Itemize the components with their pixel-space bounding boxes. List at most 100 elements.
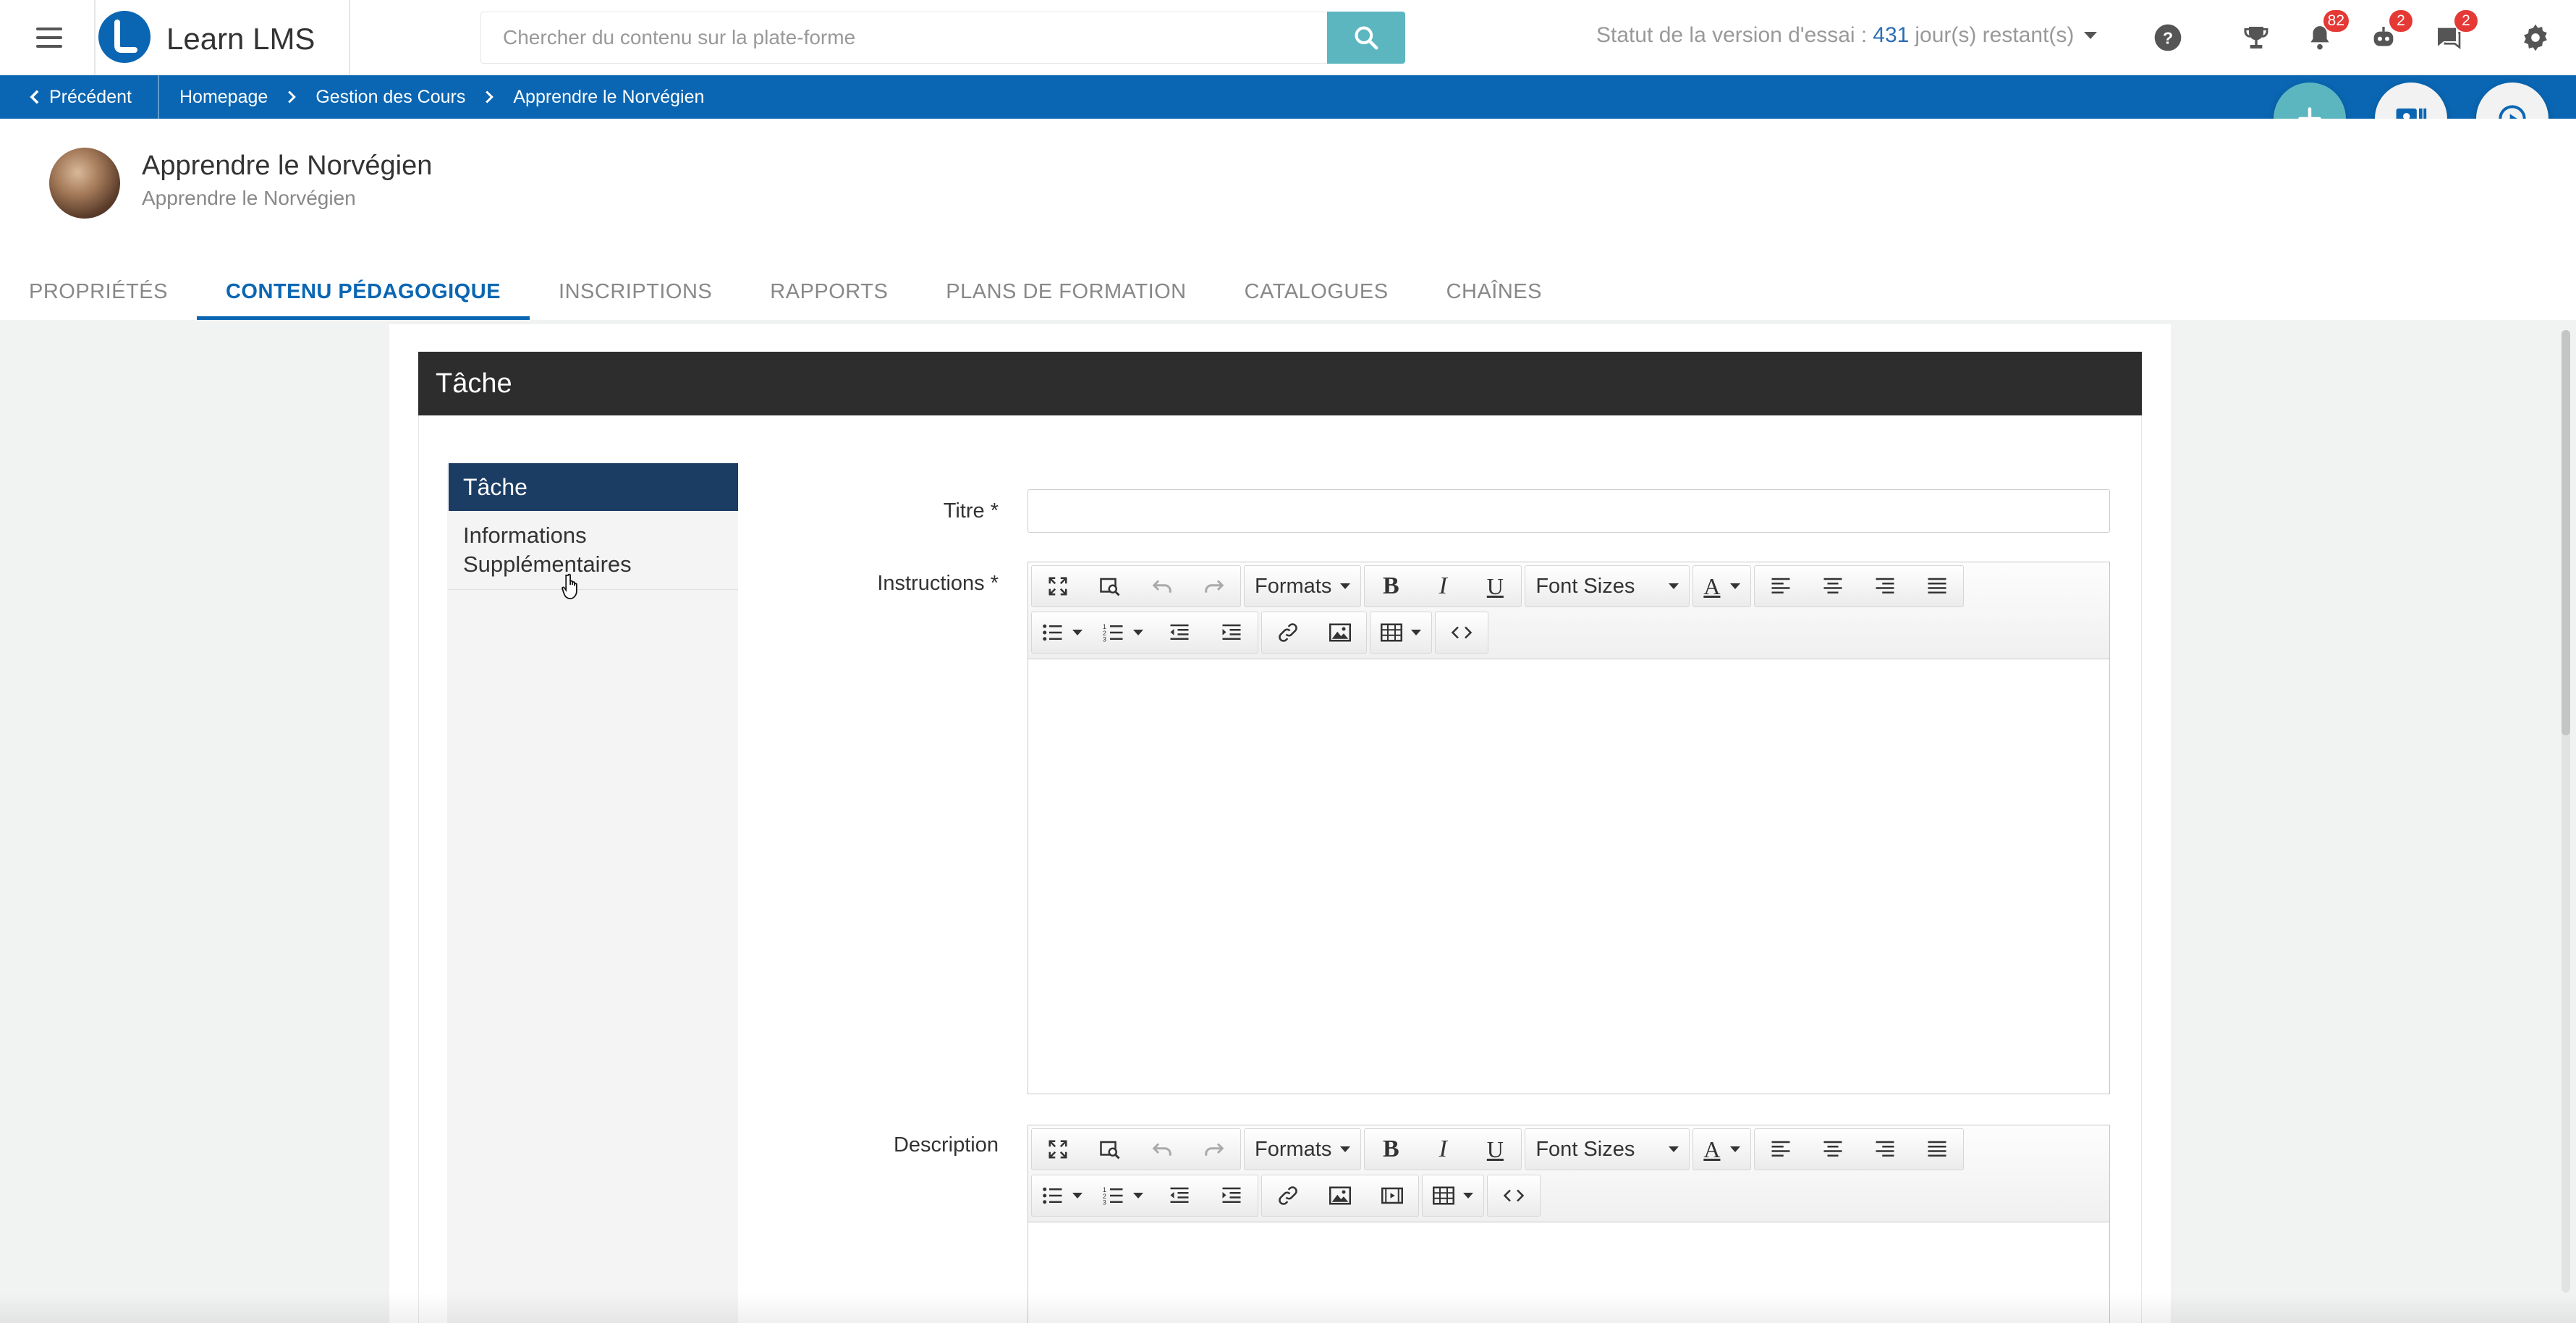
italic-button[interactable]: I: [1417, 566, 1469, 606]
divider: [94, 0, 96, 75]
caret-down-icon: [1133, 1193, 1143, 1199]
back-button[interactable]: Précédent: [29, 75, 132, 119]
search-placeholder: Chercher du contenu sur la plate-forme: [503, 26, 856, 48]
link-icon[interactable]: [1262, 1175, 1314, 1216]
media-icon[interactable]: [1366, 1175, 1418, 1216]
bold-button[interactable]: B: [1365, 1129, 1417, 1170]
search-button[interactable]: [1327, 12, 1405, 64]
underline-button[interactable]: U: [1469, 566, 1521, 606]
link-icon[interactable]: [1262, 612, 1314, 653]
svg-text:3: 3: [1103, 1199, 1106, 1206]
trophy-icon[interactable]: [2240, 22, 2272, 54]
trial-days: 431: [1873, 23, 1910, 47]
chat-icon[interactable]: 2: [2433, 10, 2478, 54]
table-icon: [1381, 623, 1402, 642]
align-center-icon[interactable]: [1807, 566, 1859, 606]
align-right-icon[interactable]: [1859, 566, 1911, 606]
side-item-additional-info[interactable]: Informations Supplémentaires: [449, 517, 738, 590]
numbered-list-button[interactable]: 123: [1093, 1175, 1153, 1216]
divider: [349, 0, 350, 75]
editor-toolbar: Formats B I U Font Sizes A 1 2 3: [1028, 562, 2109, 659]
indent-icon[interactable]: [1206, 1175, 1258, 1216]
table-button[interactable]: [1423, 1175, 1483, 1216]
indent-icon[interactable]: [1206, 612, 1258, 653]
side-menu: [447, 463, 738, 1323]
breadcrumb-homepage[interactable]: Homepage: [179, 87, 268, 108]
font-sizes-dropdown[interactable]: Font Sizes: [1525, 1129, 1689, 1170]
undo-icon[interactable]: [1136, 566, 1188, 606]
description-label: Description: [893, 1133, 999, 1157]
caret-down-icon: [1730, 1146, 1741, 1152]
help-icon[interactable]: ?: [2152, 22, 2184, 54]
bell-icon[interactable]: 82: [2304, 10, 2349, 54]
italic-button[interactable]: I: [1417, 1129, 1469, 1170]
tab-properties[interactable]: PROPRIÉTÉS: [0, 263, 197, 320]
course-tabs: PROPRIÉTÉS CONTENU PÉDAGOGIQUE INSCRIPTI…: [0, 263, 1571, 320]
brand-logo-icon[interactable]: [98, 11, 151, 63]
course-avatar: [49, 148, 120, 219]
align-justify-icon[interactable]: [1911, 566, 1963, 606]
search-input[interactable]: Chercher du contenu sur la plate-forme: [480, 12, 1329, 64]
bullet-list-button[interactable]: [1032, 1175, 1093, 1216]
text-color-button[interactable]: A: [1693, 1129, 1750, 1170]
align-left-icon[interactable]: [1755, 566, 1807, 606]
instructions-editor[interactable]: Formats B I U Font Sizes A 1 2 3: [1028, 562, 2110, 1094]
formats-dropdown[interactable]: Formats: [1245, 1129, 1360, 1170]
redo-icon[interactable]: [1188, 1129, 1240, 1170]
bottom-shadow: [0, 1293, 2576, 1323]
text-color-icon: A: [1703, 1136, 1721, 1162]
text-color-button[interactable]: A: [1693, 566, 1750, 606]
robot-badge: 2: [2389, 10, 2412, 32]
menu-icon[interactable]: [35, 25, 64, 51]
messages-badge: 2: [2454, 10, 2478, 32]
bullet-list-button[interactable]: [1032, 612, 1093, 653]
redo-icon[interactable]: [1188, 566, 1240, 606]
code-icon[interactable]: [1488, 1175, 1540, 1216]
chevron-down-icon: [2084, 32, 2098, 39]
robot-icon[interactable]: 2: [2368, 10, 2412, 54]
fullscreen-icon[interactable]: [1032, 566, 1084, 606]
align-justify-icon[interactable]: [1911, 1129, 1963, 1170]
caret-down-icon: [1072, 1193, 1082, 1199]
underline-button[interactable]: U: [1469, 1129, 1521, 1170]
side-item-task[interactable]: Tâche: [449, 463, 738, 511]
undo-icon[interactable]: [1136, 1129, 1188, 1170]
formats-label: Formats: [1255, 1137, 1332, 1161]
align-right-icon[interactable]: [1859, 1129, 1911, 1170]
breadcrumb-course-management[interactable]: Gestion des Cours: [315, 87, 465, 108]
tab-reports[interactable]: RAPPORTS: [741, 263, 917, 320]
align-center-icon[interactable]: [1807, 1129, 1859, 1170]
tab-channels[interactable]: CHAÎNES: [1418, 263, 1571, 320]
image-icon[interactable]: [1314, 1175, 1366, 1216]
trial-status-dropdown[interactable]: Statut de la version d'essai : 431 jour(…: [1596, 23, 2098, 48]
gear-icon[interactable]: [2520, 22, 2551, 54]
search-icon: [1355, 26, 1378, 50]
tab-learning-content[interactable]: CONTENU PÉDAGOGIQUE: [196, 263, 530, 320]
scrollbar-thumb[interactable]: [2562, 330, 2570, 735]
formats-dropdown[interactable]: Formats: [1245, 566, 1360, 606]
bold-button[interactable]: B: [1365, 566, 1417, 606]
outdent-icon[interactable]: [1153, 1175, 1206, 1216]
outdent-icon[interactable]: [1153, 612, 1206, 653]
align-left-icon[interactable]: [1755, 1129, 1807, 1170]
tab-catalogs[interactable]: CATALOGUES: [1216, 263, 1418, 320]
caret-down-icon: [1133, 630, 1143, 635]
preview-icon[interactable]: [1084, 566, 1136, 606]
tab-learning-plans[interactable]: PLANS DE FORMATION: [917, 263, 1215, 320]
code-icon[interactable]: [1436, 612, 1488, 653]
svg-text:?: ?: [2163, 28, 2173, 47]
tab-enrollments[interactable]: INSCRIPTIONS: [530, 263, 741, 320]
brand-name[interactable]: Learn LMS: [166, 22, 315, 56]
preview-icon[interactable]: [1084, 1129, 1136, 1170]
numbered-list-icon: 123: [1103, 1186, 1123, 1206]
table-button[interactable]: [1370, 612, 1431, 653]
page-scrollbar[interactable]: [2562, 330, 2570, 1293]
caret-down-icon: [1072, 630, 1082, 635]
numbered-list-button[interactable]: 123: [1093, 612, 1153, 653]
numbered-list-icon: 123: [1103, 623, 1123, 642]
breadcrumb: Précédent Homepage Gestion des Cours App…: [0, 75, 2576, 119]
font-sizes-dropdown[interactable]: Font Sizes: [1525, 566, 1689, 606]
image-icon[interactable]: [1314, 612, 1366, 653]
fullscreen-icon[interactable]: [1032, 1129, 1084, 1170]
title-input[interactable]: [1028, 489, 2110, 533]
